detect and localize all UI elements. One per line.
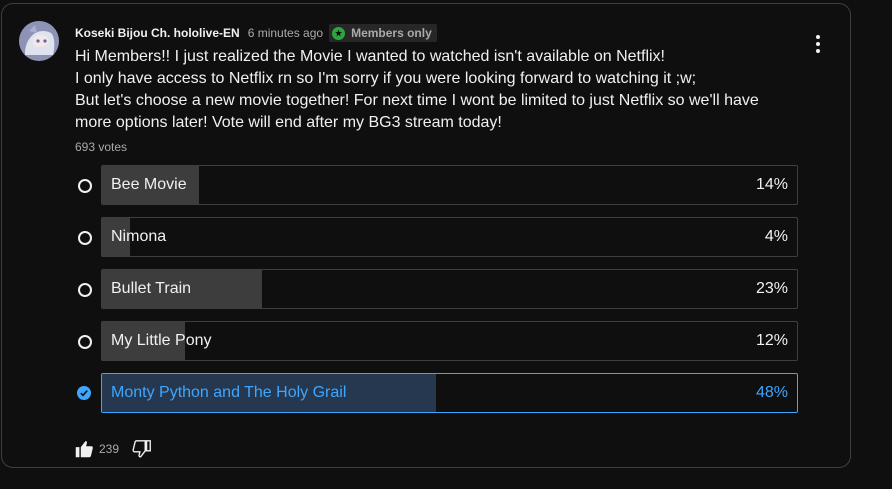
poll-radio-nimona[interactable]	[78, 231, 92, 245]
members-only-badge: Members only	[329, 24, 437, 42]
post-text-line: Hi Members!! I just realized the Movie I…	[75, 48, 665, 65]
post-header: Koseki Bijou Ch. hololive-EN 6 minutes a…	[75, 24, 437, 42]
poll-radio-monty-python-selected[interactable]	[77, 386, 91, 400]
poll-option-percent: 48%	[755, 384, 788, 401]
poll-radio-bee-movie[interactable]	[78, 179, 92, 193]
poll-radio-my-little-pony[interactable]	[78, 335, 92, 349]
poll-option-label: My Little Pony	[111, 332, 212, 349]
poll-option-monty-python[interactable]: Monty Python and The Holy Grail 48%	[101, 373, 798, 413]
members-only-label: Members only	[351, 26, 432, 40]
vote-count: 693 votes	[75, 140, 128, 154]
poll-option-percent: 23%	[755, 280, 788, 297]
community-post-card: Koseki Bijou Ch. hololive-EN 6 minutes a…	[1, 3, 851, 468]
more-vert-icon	[816, 35, 820, 39]
avatar-image	[19, 21, 59, 61]
post-text-line: more options later! Vote will end after …	[75, 114, 502, 131]
post-text-line: But let's choose a new movie together! F…	[75, 92, 759, 109]
post-actions: 239	[73, 438, 153, 460]
more-options-button[interactable]	[806, 32, 830, 56]
thumbs-up-icon[interactable]	[73, 438, 95, 460]
poll-option-bee-movie[interactable]: Bee Movie 14%	[101, 165, 798, 205]
post-text-line: I only have access to Netflix rn so I'm …	[75, 70, 697, 87]
poll-option-label: Bullet Train	[111, 280, 192, 297]
post-time[interactable]: 6 minutes ago	[248, 26, 323, 40]
author-name[interactable]: Koseki Bijou Ch. hololive-EN	[75, 26, 240, 40]
poll-option-percent: 12%	[755, 332, 788, 349]
poll-radio-bullet-train[interactable]	[78, 283, 92, 297]
members-star-icon	[332, 26, 346, 40]
poll-option-nimona[interactable]: Nimona 4%	[101, 217, 798, 257]
check-icon	[80, 390, 88, 397]
poll-option-percent: 14%	[755, 176, 788, 193]
poll-option-label: Nimona	[111, 228, 167, 245]
poll-option-label: Monty Python and The Holy Grail	[111, 384, 347, 401]
avatar[interactable]	[19, 21, 59, 61]
poll-option-label: Bee Movie	[111, 176, 187, 193]
poll-option-my-little-pony[interactable]: My Little Pony 12%	[101, 321, 798, 361]
like-count: 239	[99, 442, 120, 456]
poll-option-percent: 4%	[764, 228, 788, 245]
post-body: Hi Members!! I just realized the Movie I…	[75, 46, 805, 134]
poll-option-bullet-train[interactable]: Bullet Train 23%	[101, 269, 798, 309]
thumbs-down-icon[interactable]	[131, 438, 153, 460]
